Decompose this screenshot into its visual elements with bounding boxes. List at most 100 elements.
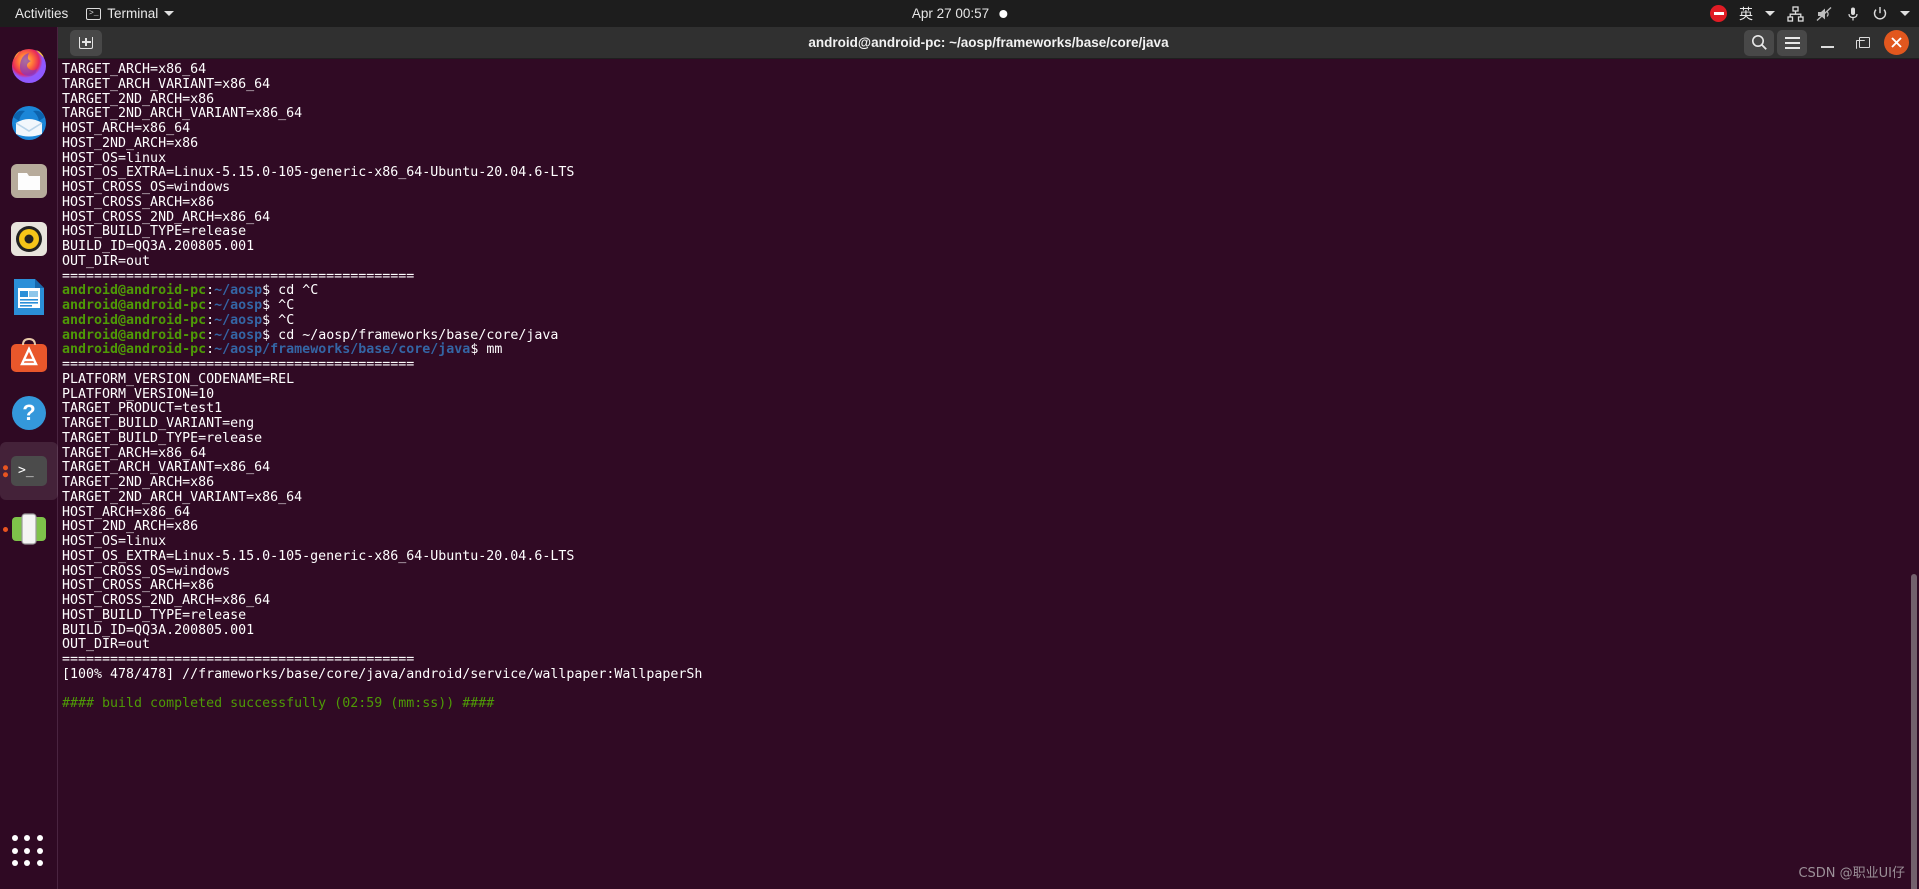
terminal-scrollbar[interactable] bbox=[1911, 574, 1917, 889]
terminal-icon: >_ bbox=[86, 7, 102, 20]
prompt-path: ~/aosp bbox=[214, 283, 263, 299]
prompt-user: android@android-pc bbox=[62, 283, 207, 299]
terminal-line: TARGET_ARCH_VARIANT=x86_64 bbox=[62, 76, 271, 92]
terminal-line: HOST_CROSS_2ND_ARCH=x86_64 bbox=[62, 209, 271, 225]
app-menu-label: Terminal bbox=[107, 6, 159, 21]
terminal-line: #### build completed successfully (02:59… bbox=[62, 696, 495, 712]
terminal-line: ========================================… bbox=[62, 357, 415, 372]
volume-muted-icon[interactable] bbox=[1811, 0, 1839, 27]
android-emulator-icon bbox=[11, 513, 46, 545]
maximize-button[interactable] bbox=[1847, 30, 1881, 56]
terminal-line: TARGET_PRODUCT=test1 bbox=[62, 401, 223, 417]
dock-item-terminal[interactable]: >_ bbox=[0, 442, 58, 500]
window-titlebar: android@android-pc: ~/aosp/frameworks/ba… bbox=[58, 27, 1919, 59]
window-title: android@android-pc: ~/aosp/frameworks/ba… bbox=[808, 35, 1169, 50]
do-not-disturb-icon[interactable] bbox=[1705, 0, 1732, 27]
activities-label: Activities bbox=[15, 6, 69, 21]
activities-button[interactable]: Activities bbox=[6, 0, 77, 27]
terminal-line: android@android-pc:~/aosp$ ^C bbox=[62, 312, 1919, 329]
terminal-line: HOST_CROSS_ARCH=x86 bbox=[62, 578, 215, 594]
firefox-icon bbox=[11, 49, 46, 83]
terminal-line: TARGET_BUILD_VARIANT=eng bbox=[62, 416, 255, 431]
libreoffice-writer-icon bbox=[13, 279, 44, 315]
minimize-icon bbox=[1820, 45, 1834, 48]
terminal-output-area[interactable]: TARGET_ARCH=x86_64 TARGET_ARCH_VARIANT=x8… bbox=[58, 59, 1919, 889]
svg-text:?: ? bbox=[22, 400, 35, 425]
dock-item-ubuntu-software[interactable] bbox=[0, 326, 58, 384]
ime-chevron-down-icon[interactable] bbox=[1760, 0, 1780, 27]
dock-item-android-emulator[interactable] bbox=[0, 500, 58, 558]
prompt-command: $ ^C bbox=[262, 298, 295, 313]
prompt-path: ~/aosp bbox=[214, 312, 263, 328]
prompt-colon: : bbox=[206, 283, 215, 299]
prompt-user: android@android-pc bbox=[62, 342, 207, 358]
prompt-path: ~/aosp/frameworks/base/core/java bbox=[214, 342, 471, 358]
input-method-indicator[interactable]: 英 bbox=[1734, 0, 1758, 27]
prompt-user: android@android-pc bbox=[62, 298, 207, 313]
dock-item-thunderbird[interactable] bbox=[0, 94, 58, 152]
terminal-line: PLATFORM_VERSION_CODENAME=REL bbox=[62, 371, 295, 387]
menu-button[interactable] bbox=[1777, 29, 1807, 56]
notification-indicator-icon bbox=[999, 9, 1008, 18]
svg-text:>_: >_ bbox=[18, 463, 34, 478]
prompt-command: $ cd ~/aosp/frameworks/base/core/java bbox=[262, 327, 559, 343]
running-indicator bbox=[2, 524, 8, 534]
terminal-line: TARGET_BUILD_TYPE=release bbox=[62, 430, 263, 446]
new-tab-button[interactable] bbox=[70, 29, 102, 56]
dock-item-libreoffice-writer[interactable] bbox=[0, 268, 58, 326]
power-icon[interactable] bbox=[1867, 0, 1893, 27]
terminal-line: HOST_2ND_ARCH=x86 bbox=[62, 135, 199, 151]
terminal-line: TARGET_2ND_ARCH=x86 bbox=[62, 91, 215, 107]
dock-item-firefox[interactable] bbox=[0, 36, 58, 94]
terminal-line: TARGET_2ND_ARCH_VARIANT=x86_64 bbox=[62, 489, 303, 505]
close-button[interactable] bbox=[1884, 30, 1909, 55]
hamburger-menu-icon bbox=[1784, 34, 1800, 52]
ubuntu-dock: ? >_ bbox=[0, 27, 58, 889]
dock-item-files[interactable] bbox=[0, 152, 58, 210]
ime-label: 英 bbox=[1739, 5, 1753, 22]
clock-button[interactable]: Apr 27 00:57 bbox=[911, 6, 1008, 21]
terminal-line: HOST_ARCH=x86_64 bbox=[62, 121, 191, 136]
terminal-line: [100% 478/478] //frameworks/base/core/ja… bbox=[62, 666, 703, 682]
terminal-line: ========================================… bbox=[62, 652, 415, 667]
terminal-line: HOST_ARCH=x86_64 bbox=[62, 504, 191, 520]
terminal-window: android@android-pc: ~/aosp/frameworks/ba… bbox=[58, 27, 1919, 889]
app-menu-terminal[interactable]: >_ Terminal bbox=[77, 0, 183, 27]
terminal-line: android@android-pc:~/aosp$ ^C bbox=[62, 298, 1919, 314]
terminal-line: HOST_CROSS_OS=windows bbox=[62, 563, 231, 579]
show-applications-button[interactable] bbox=[11, 835, 46, 869]
dock-item-rhythmbox[interactable] bbox=[0, 210, 58, 268]
prompt-path: ~/aosp bbox=[214, 298, 263, 313]
terminal-line: HOST_OS=linux bbox=[62, 150, 167, 166]
running-indicator bbox=[2, 462, 8, 480]
terminal-line: HOST_CROSS_2ND_ARCH=x86_64 bbox=[62, 593, 271, 608]
system-tray[interactable]: 英 bbox=[1705, 0, 1915, 27]
search-button[interactable] bbox=[1744, 29, 1774, 56]
terminal-line: BUILD_ID=QQ3A.200805.001 bbox=[62, 239, 255, 254]
terminal-line: TARGET_ARCH_VARIANT=x86_64 bbox=[62, 460, 271, 476]
terminal-line: TARGET_2ND_ARCH=x86 bbox=[62, 475, 215, 490]
terminal-line: TARGET_ARCH=x86_64 bbox=[62, 445, 207, 461]
dock-item-help[interactable]: ? bbox=[0, 384, 58, 442]
clock-label: Apr 27 00:57 bbox=[911, 6, 990, 21]
help-icon: ? bbox=[11, 396, 46, 430]
terminal-line: OUT_DIR=out bbox=[62, 253, 151, 269]
files-icon bbox=[10, 164, 47, 198]
terminal-line: android@android-pc:~/aosp/frameworks/bas… bbox=[62, 342, 1919, 358]
terminal-icon: >_ bbox=[10, 456, 47, 486]
minimize-button[interactable] bbox=[1810, 30, 1844, 56]
chevron-down-icon bbox=[164, 11, 175, 16]
plus-icon bbox=[79, 36, 93, 49]
terminal-line: BUILD_ID=QQ3A.200805.001 bbox=[62, 622, 255, 638]
gnome-top-bar: Activities >_ Terminal Apr 27 00:57 英 bbox=[0, 0, 1919, 27]
prompt-user: android@android-pc bbox=[62, 327, 207, 343]
microphone-icon[interactable] bbox=[1841, 0, 1865, 27]
terminal-line: HOST_CROSS_OS=windows bbox=[62, 180, 231, 195]
terminal-line: ========================================… bbox=[62, 268, 415, 284]
rhythmbox-icon bbox=[10, 222, 47, 256]
system-menu-chevron-down-icon[interactable] bbox=[1895, 0, 1915, 27]
prompt-path: ~/aosp bbox=[214, 327, 263, 343]
terminal-line: HOST_BUILD_TYPE=release bbox=[62, 607, 247, 623]
network-icon[interactable] bbox=[1782, 0, 1809, 27]
